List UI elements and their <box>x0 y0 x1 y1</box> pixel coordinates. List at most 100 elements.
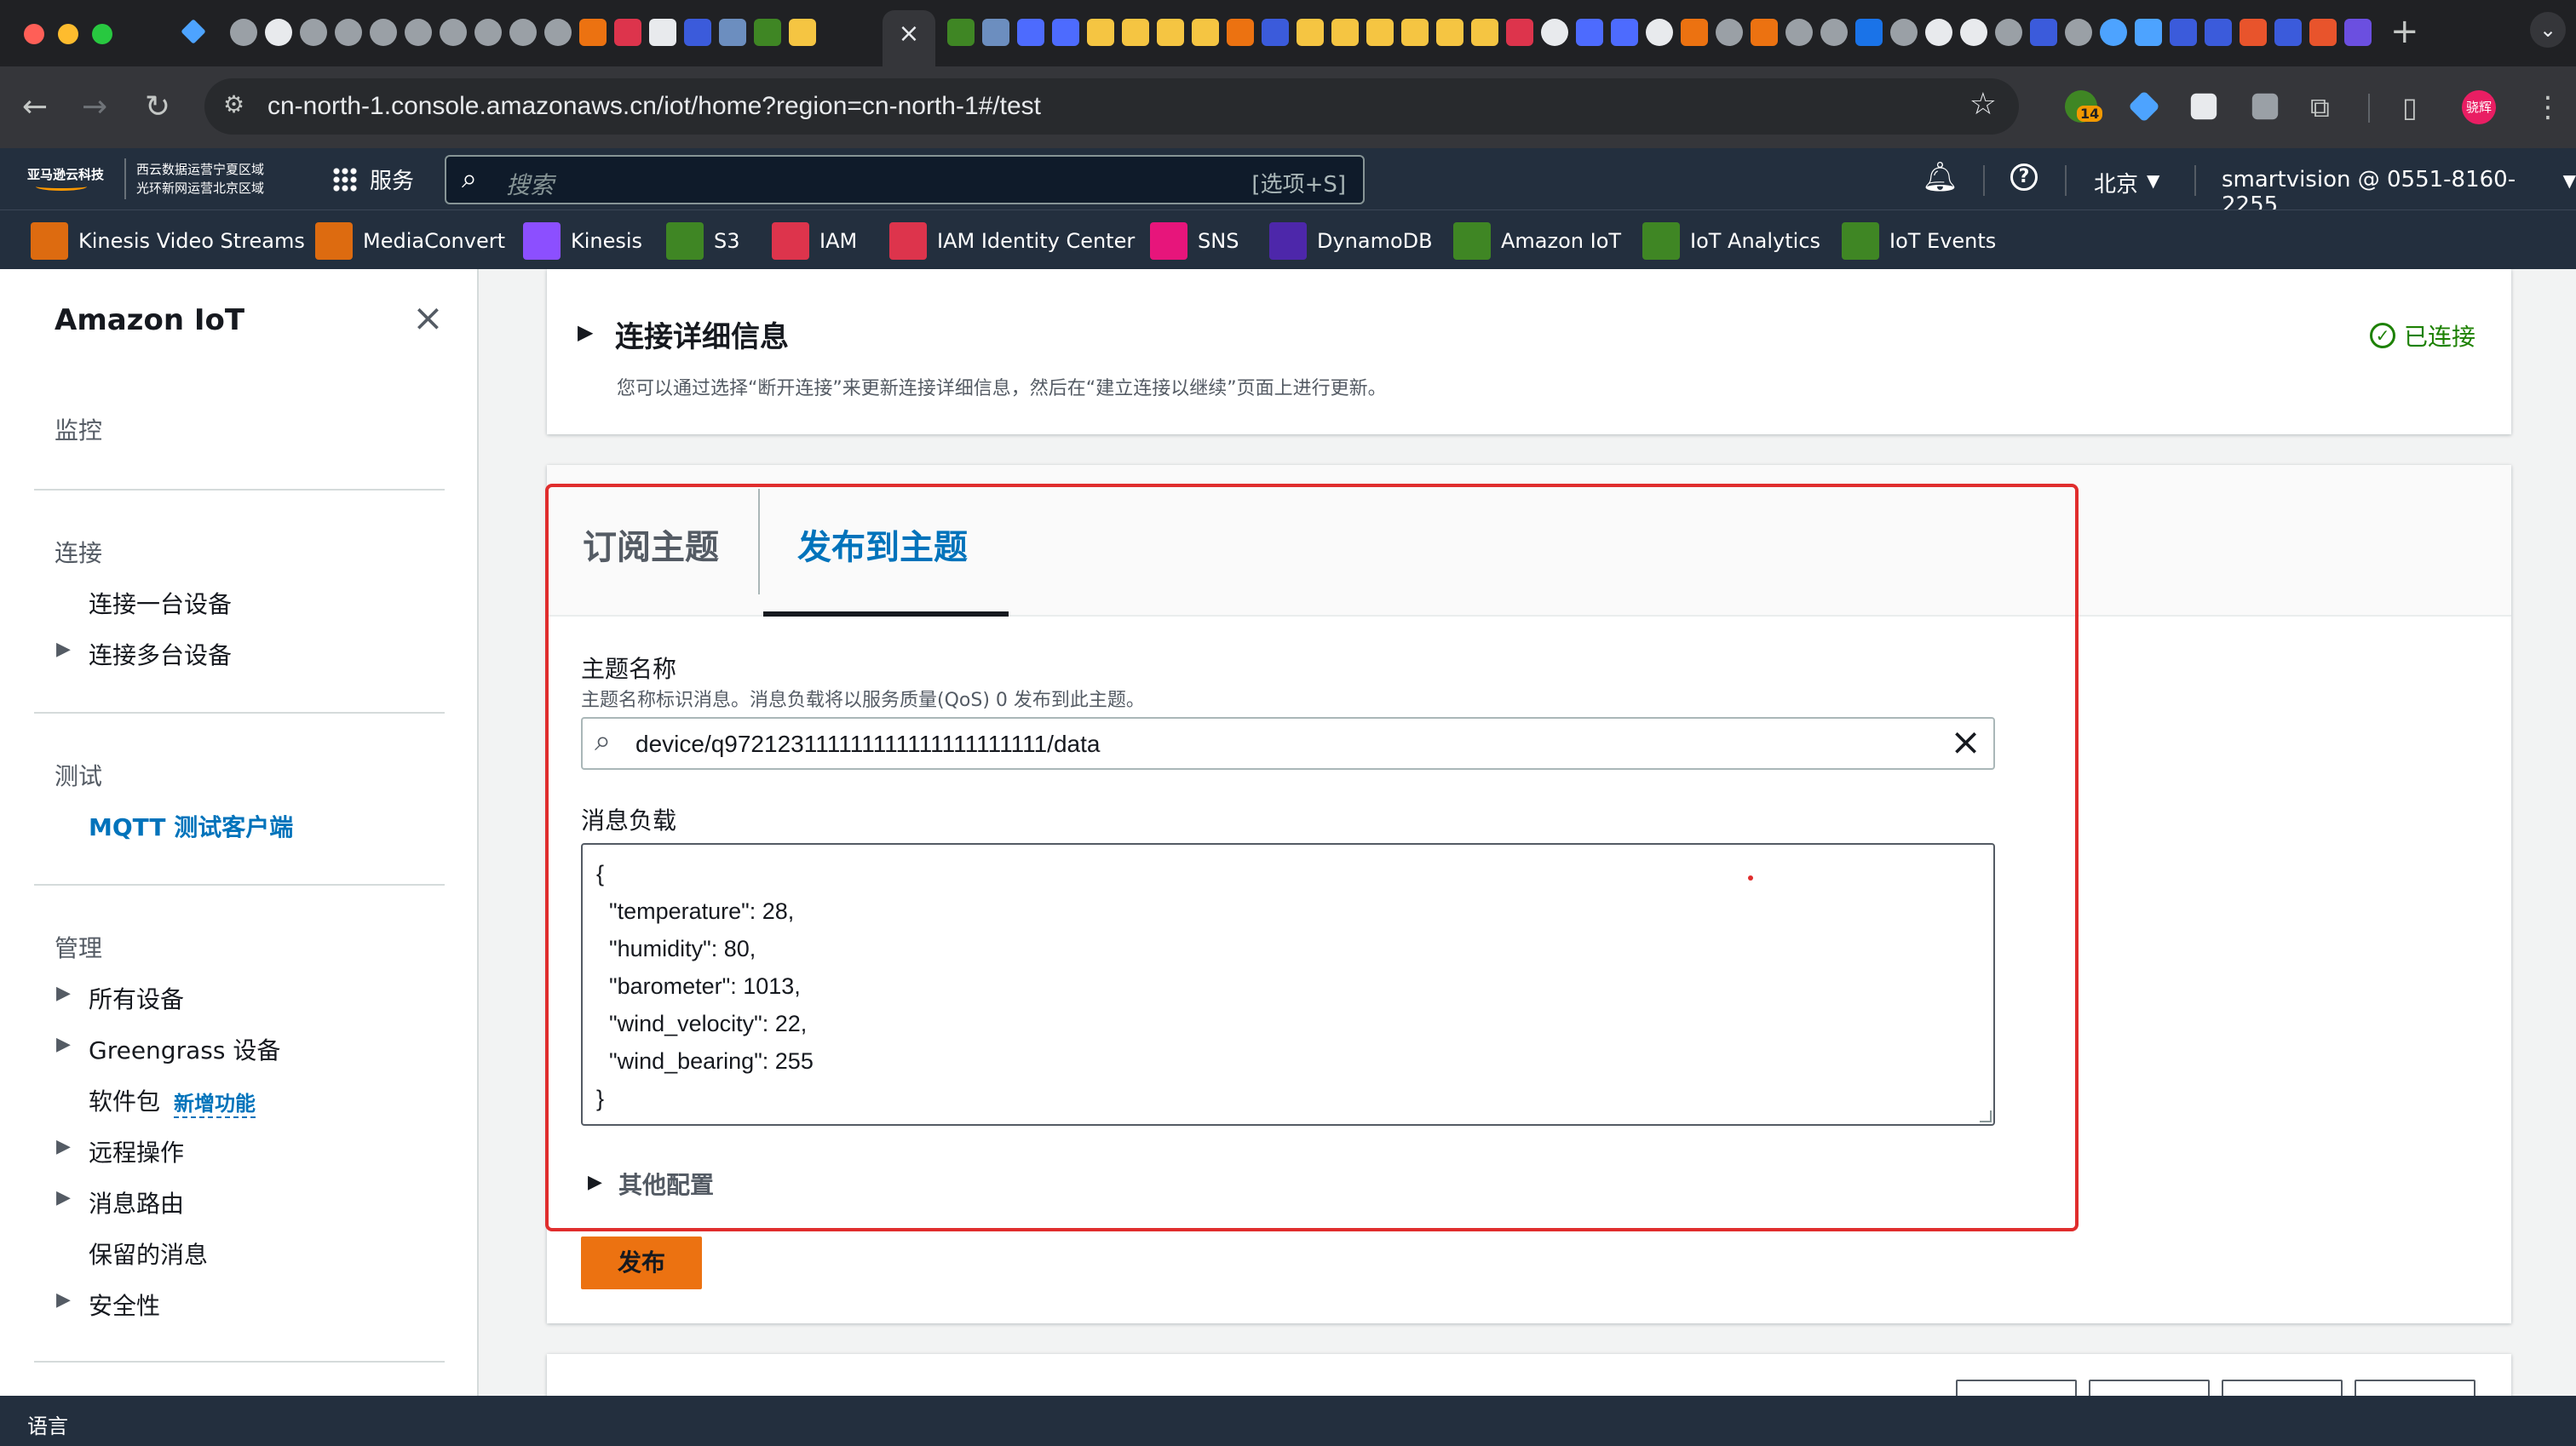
extension-gem-icon[interactable] <box>2128 90 2160 123</box>
tab-circle-icon[interactable] <box>1541 19 1568 46</box>
tab-chrome-icon[interactable] <box>1960 19 1987 46</box>
sidebar-item-mqtt-client[interactable]: MQTT 测试客户端 <box>89 809 293 843</box>
new-tab-button[interactable]: + <box>2390 12 2419 51</box>
sidebar-item-security[interactable]: 安全性 <box>89 1288 160 1322</box>
tab-github-icon[interactable] <box>509 19 537 46</box>
back-arrow-icon[interactable]: ← <box>22 85 48 129</box>
aws-china-logo[interactable]: 亚马逊云科技 <box>27 165 119 198</box>
forward-arrow-icon[interactable]: → <box>82 85 107 129</box>
sidebar-title[interactable]: Amazon IoT <box>55 303 244 337</box>
expand-triangle-icon[interactable]: ▶ <box>56 1034 71 1055</box>
favorite-service-link[interactable]: IAM Identity Center <box>889 222 1135 260</box>
tab-baidu-icon[interactable] <box>2170 19 2197 46</box>
tab-box-icon[interactable] <box>1087 19 1114 46</box>
tab-doc-icon[interactable] <box>1576 19 1603 46</box>
tab-iot-icon[interactable] <box>947 19 975 46</box>
tab-box-icon[interactable] <box>1401 19 1429 46</box>
tab-box-icon[interactable] <box>1331 19 1359 46</box>
region-selector[interactable]: 北京 ▼ <box>2094 167 2159 198</box>
tab-github-icon[interactable] <box>265 19 292 46</box>
tab-github-icon[interactable] <box>474 19 502 46</box>
tab-blue-icon[interactable] <box>1855 19 1883 46</box>
tab-c-icon[interactable] <box>2309 19 2337 46</box>
connection-details-title[interactable]: 连接详细信息 <box>615 313 789 355</box>
tab-box-icon[interactable] <box>1297 19 1324 46</box>
tab-search-chevron-icon[interactable]: ⌄ <box>2530 12 2566 48</box>
site-info-icon[interactable]: ⚙ <box>223 90 244 118</box>
favorite-service-link[interactable]: IoT Events <box>1842 222 1996 260</box>
favorite-service-link[interactable]: SNS <box>1150 222 1239 260</box>
tab-circle-icon[interactable] <box>1716 19 1743 46</box>
tab-circle-icon[interactable] <box>1820 19 1848 46</box>
side-panel-icon[interactable]: ▯ <box>2402 85 2418 129</box>
tab-github-icon[interactable] <box>230 19 257 46</box>
expand-triangle-icon[interactable]: ▶ <box>578 320 593 344</box>
sidebar-item-connect-one[interactable]: 连接一台设备 <box>89 586 232 620</box>
tab-page-icon[interactable] <box>649 19 676 46</box>
close-window-button[interactable] <box>24 24 44 44</box>
tab-github-icon[interactable] <box>440 19 467 46</box>
notifications-bell-icon[interactable]: 🔔︎ <box>1922 160 1958 194</box>
tab-box-icon[interactable] <box>1436 19 1463 46</box>
tab-doc-icon[interactable] <box>1611 19 1638 46</box>
tab-iot-icon[interactable] <box>754 19 781 46</box>
expand-triangle-icon[interactable]: ▶ <box>56 639 71 660</box>
tab-box-icon[interactable] <box>1471 19 1498 46</box>
language-selector[interactable]: 语言 <box>27 1409 68 1439</box>
tab-h-icon[interactable] <box>2344 19 2372 46</box>
url-text[interactable]: cn-north-1.console.amazonaws.cn/iot/home… <box>267 92 1041 121</box>
new-feature-badge[interactable]: 新增功能 <box>174 1087 256 1118</box>
expand-triangle-icon[interactable]: ▶ <box>56 983 71 1004</box>
tab-close-icon[interactable]: × <box>898 19 919 49</box>
tab-cloud-icon[interactable] <box>2100 19 2127 46</box>
services-menu-button[interactable]: 服务 <box>332 164 414 195</box>
sidebar-item-monitor[interactable]: 监控 <box>55 412 102 446</box>
tab-gem-icon[interactable] <box>2135 19 2162 46</box>
favorite-service-link[interactable]: DynamoDB <box>1269 222 1433 260</box>
sidebar-item-retained-messages[interactable]: 保留的消息 <box>89 1237 208 1271</box>
extension-glasses-icon[interactable] <box>2251 93 2279 120</box>
tab-github-icon[interactable] <box>335 19 362 46</box>
tab-github-icon[interactable] <box>544 19 572 46</box>
favorite-service-link[interactable]: MediaConvert <box>315 222 505 260</box>
tab-circle-icon[interactable] <box>1890 19 1918 46</box>
extension-cube-icon[interactable] <box>2190 93 2217 120</box>
tab-circle-icon[interactable] <box>1785 19 1813 46</box>
sidebar-item-message-routing[interactable]: 消息路由 <box>89 1185 184 1219</box>
tab-github-icon[interactable] <box>300 19 327 46</box>
tab-box-icon[interactable] <box>1366 19 1394 46</box>
expand-triangle-icon[interactable]: ▶ <box>56 1187 71 1208</box>
tab-iam-icon[interactable] <box>614 19 641 46</box>
maximize-window-button[interactable] <box>92 24 112 44</box>
publish-button[interactable]: 发布 <box>581 1237 702 1289</box>
tab-baidu-icon[interactable] <box>2205 19 2232 46</box>
bookmark-star-icon[interactable]: ☆ <box>1969 87 1997 122</box>
tab-box-icon[interactable] <box>789 19 816 46</box>
help-icon[interactable]: ? <box>2010 164 2038 191</box>
tab-box-icon[interactable] <box>1157 19 1184 46</box>
minimize-window-button[interactable] <box>58 24 78 44</box>
tab-aws-icon[interactable] <box>1227 19 1254 46</box>
sidebar-item-software[interactable]: 软件包 <box>89 1083 160 1117</box>
tab-github-icon[interactable] <box>405 19 432 46</box>
favorite-service-link[interactable]: Amazon IoT <box>1453 222 1621 260</box>
expand-triangle-icon[interactable]: ▶ <box>56 1136 71 1157</box>
sidebar-item-all-devices[interactable]: 所有设备 <box>89 981 184 1015</box>
tab-circle-icon[interactable] <box>1646 19 1673 46</box>
tab-chrome-icon[interactable] <box>1925 19 1952 46</box>
favorite-service-link[interactable]: IAM <box>772 222 857 260</box>
tab-github-icon[interactable] <box>370 19 397 46</box>
reload-icon[interactable]: ↻ <box>145 85 170 129</box>
favorite-service-link[interactable]: Kinesis <box>523 222 642 260</box>
sidebar-item-remote-ops[interactable]: 远程操作 <box>89 1134 184 1168</box>
tab-baidu-icon[interactable] <box>1262 19 1289 46</box>
favorite-service-link[interactable]: Kinesis Video Streams <box>31 222 305 260</box>
tab-iam-icon[interactable] <box>1506 19 1533 46</box>
tab-bracket-icon[interactable] <box>1681 19 1708 46</box>
address-bar[interactable]: ⚙ cn-north-1.console.amazonaws.cn/iot/ho… <box>204 78 2019 135</box>
tab-bracket-icon[interactable] <box>1751 19 1778 46</box>
extension-wechat-icon[interactable]: 14 <box>2065 90 2103 123</box>
tab-doc-icon[interactable] <box>1052 19 1079 46</box>
tab-box-icon[interactable] <box>1122 19 1149 46</box>
tab-baidu-icon[interactable] <box>2030 19 2057 46</box>
